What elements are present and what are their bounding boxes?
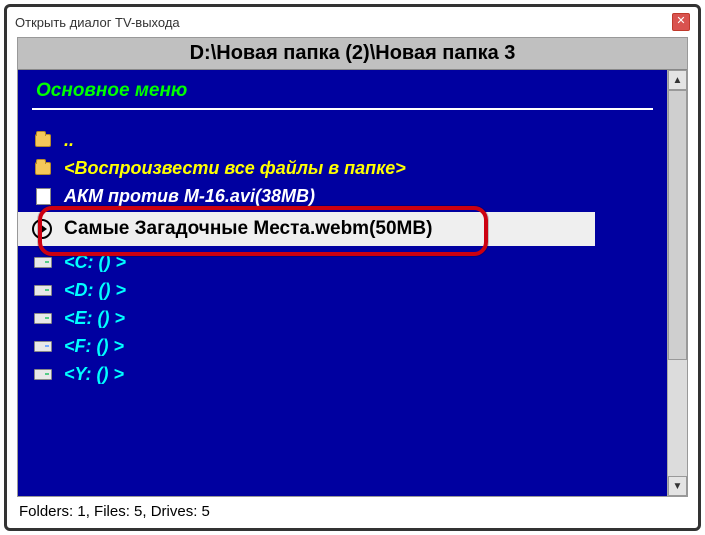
close-icon: ✕ [676,15,685,27]
window-title: Открыть диалог TV-выхода [15,15,672,30]
list-item-label: <Y: () > [64,361,124,387]
list-item-play-all[interactable]: <Воспроизвести все файлы в папке> [18,154,667,182]
selected-item-wrap: Самые Загадочные Места.webm(50MB) [18,212,667,246]
list-item-label: АКМ против М-16.avi(38MB) [64,183,315,209]
drive-icon [32,341,54,352]
list-item-label: <C: () > [64,249,126,275]
content-area: D:\Новая папка (2)\Новая папка 3 Основно… [17,37,688,497]
play-icon [32,219,52,239]
list-item-drive-y[interactable]: <Y: () > [18,360,667,388]
menu-header: Основное меню [18,78,667,106]
drive-icon [32,285,54,296]
list-item-label: Самые Загадочные Места.webm(50MB) [64,218,432,240]
drive-icon [32,313,54,324]
file-list: Основное меню .. <Воспроизвести все файл… [18,70,667,496]
chevron-down-icon: ▼ [673,481,683,492]
drive-icon [32,257,54,268]
status-bar: Folders: 1, Files: 5, Drives: 5 [7,499,698,528]
list-item-drive-f[interactable]: <F: () > [18,332,667,360]
list-item-drive-c[interactable]: <C: () > [18,248,667,276]
window-frame: Открыть диалог TV-выхода ✕ D:\Новая папк… [4,4,701,531]
list-item-label: <Воспроизвести все файлы в папке> [64,155,406,181]
menu-divider [32,108,653,110]
scroll-down-button[interactable]: ▼ [668,476,687,496]
list-item-label: <F: () > [64,333,124,359]
scrollbar-thumb[interactable] [668,90,687,360]
folder-icon [32,162,54,175]
list-item-selected[interactable]: Самые Загадочные Места.webm(50MB) [18,212,595,246]
list-item-file[interactable]: АКМ против М-16.avi(38MB) [18,182,667,210]
drive-icon [32,369,54,380]
folder-icon [32,134,54,147]
title-bar: Открыть диалог TV-выхода ✕ [7,7,698,37]
list-item-label: <D: () > [64,277,126,303]
scrollbar-track[interactable] [668,90,687,476]
list-item-parent-dir[interactable]: .. [18,126,667,154]
close-button[interactable]: ✕ [672,13,690,31]
vertical-scrollbar[interactable]: ▲ ▼ [667,70,687,496]
list-item-label: <E: () > [64,305,125,331]
list-item-drive-d[interactable]: <D: () > [18,276,667,304]
file-browser-panel: Основное меню .. <Воспроизвести все файл… [18,70,687,496]
path-bar: D:\Новая папка (2)\Новая папка 3 [18,38,687,70]
list-item-drive-e[interactable]: <E: () > [18,304,667,332]
list-item-label: .. [64,127,74,153]
scroll-up-button[interactable]: ▲ [668,70,687,90]
chevron-up-icon: ▲ [673,75,683,86]
file-icon [32,188,54,205]
